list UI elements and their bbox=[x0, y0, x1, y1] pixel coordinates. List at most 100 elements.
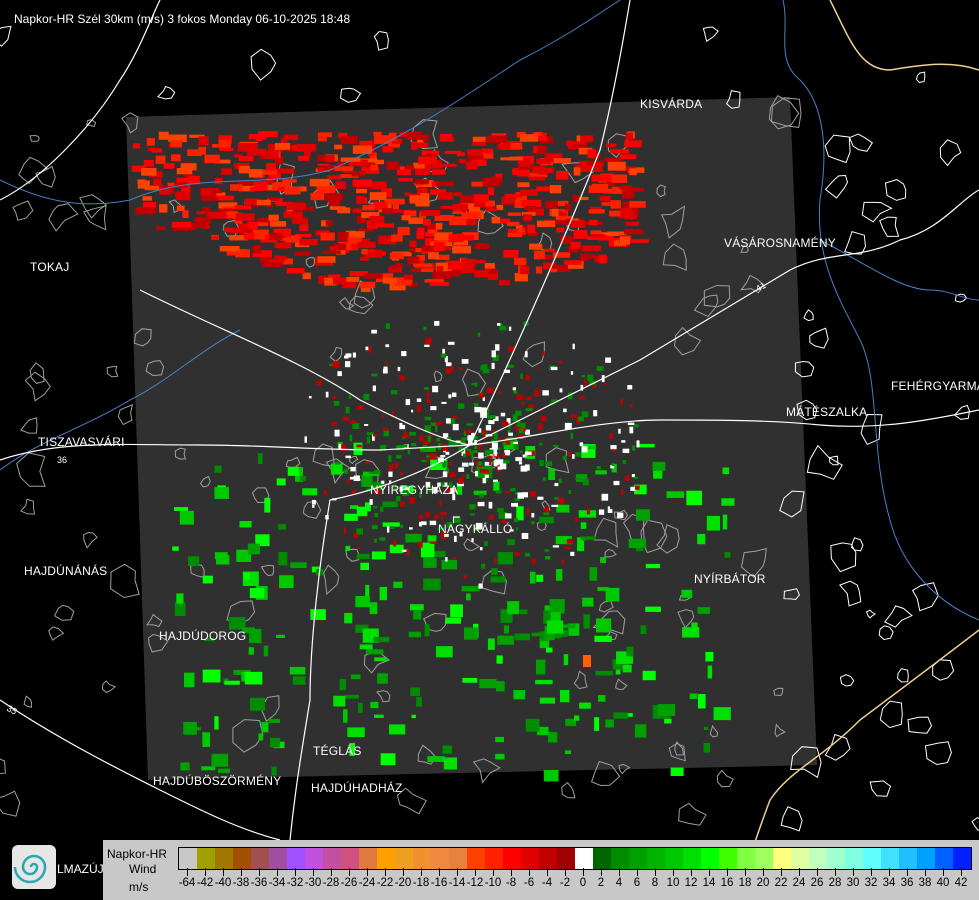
radar-echo bbox=[355, 596, 370, 608]
radar-echo bbox=[441, 516, 444, 520]
legend-tick-label: 0 bbox=[579, 877, 587, 889]
radar-echo bbox=[629, 239, 649, 243]
radar-echo bbox=[597, 586, 609, 591]
radar-echo bbox=[503, 249, 519, 258]
radar-echo bbox=[399, 422, 403, 429]
radar-echo bbox=[496, 204, 504, 211]
radar-echo bbox=[507, 232, 523, 238]
radar-echo bbox=[462, 266, 475, 274]
radar-echo bbox=[445, 418, 452, 424]
radar-echo bbox=[204, 154, 220, 164]
radar-echo bbox=[425, 511, 430, 518]
radar-echo bbox=[491, 362, 495, 370]
radar-echo bbox=[525, 552, 530, 557]
town-outline bbox=[971, 816, 979, 831]
radar-echo bbox=[202, 669, 221, 683]
radar-echo bbox=[369, 499, 373, 505]
radar-echo bbox=[299, 238, 319, 246]
radar-echo bbox=[434, 514, 439, 519]
radar-echo bbox=[521, 199, 542, 208]
radar-echo bbox=[485, 208, 498, 212]
legend-tick-label: -10 bbox=[484, 877, 502, 889]
radar-echo bbox=[689, 693, 698, 699]
legend-tick bbox=[565, 868, 566, 876]
legend-unit: m/s bbox=[129, 880, 149, 894]
radar-echo bbox=[504, 513, 512, 519]
city-label: HAJDÚNÁNÁS bbox=[24, 564, 108, 578]
radar-echo bbox=[458, 367, 462, 370]
radar-echo bbox=[670, 767, 684, 777]
town-outline bbox=[884, 605, 913, 628]
legend-color-box bbox=[503, 848, 521, 869]
radar-echo bbox=[583, 614, 590, 629]
radar-echo bbox=[430, 422, 436, 427]
radar-echo bbox=[369, 192, 387, 201]
radar-echo bbox=[427, 435, 431, 443]
radar-echo bbox=[214, 177, 223, 185]
radar-echo bbox=[374, 469, 381, 475]
radar-echo bbox=[703, 742, 711, 753]
radar-map[interactable]: 41 36 35 bbox=[0, 0, 979, 900]
radar-echo bbox=[437, 163, 457, 167]
radar-echo bbox=[626, 646, 634, 657]
radar-echo bbox=[256, 199, 271, 206]
radar-echo bbox=[514, 257, 527, 265]
radar-echo bbox=[258, 733, 264, 741]
radar-echo bbox=[556, 227, 565, 233]
radar-echo bbox=[175, 191, 191, 201]
radar-echo bbox=[587, 149, 597, 158]
radar-echo bbox=[176, 205, 185, 212]
radar-echo bbox=[462, 474, 465, 478]
radar-echo bbox=[622, 448, 630, 453]
radar-echo bbox=[628, 538, 647, 549]
radar-echo bbox=[697, 607, 711, 614]
radar-echo bbox=[580, 522, 587, 529]
radar-echo bbox=[179, 510, 194, 525]
town-outline bbox=[907, 716, 933, 734]
radar-echo bbox=[513, 390, 518, 394]
radar-echo bbox=[573, 230, 588, 239]
radar-echo bbox=[622, 459, 627, 465]
legend-color-box bbox=[557, 848, 575, 869]
radar-echo bbox=[330, 463, 343, 475]
town-outline bbox=[824, 134, 851, 164]
radar-echo bbox=[570, 432, 574, 440]
radar-echo bbox=[484, 449, 490, 456]
radar-echo bbox=[417, 405, 422, 412]
radar-echo bbox=[325, 193, 343, 201]
legend-color-box bbox=[377, 848, 395, 869]
city-label: MÁTÉSZALKA bbox=[786, 405, 868, 419]
radar-echo bbox=[432, 385, 439, 393]
radar-echo bbox=[495, 736, 505, 743]
legend-color-box bbox=[755, 848, 773, 869]
radar-echo bbox=[524, 451, 532, 456]
town-outline bbox=[373, 30, 389, 51]
radar-echo bbox=[263, 645, 269, 657]
legend-tick bbox=[529, 868, 530, 876]
radar-echo bbox=[484, 474, 489, 478]
radar-echo bbox=[424, 624, 430, 637]
radar-echo bbox=[353, 442, 363, 455]
radar-echo bbox=[442, 447, 448, 451]
radar-echo bbox=[512, 387, 517, 391]
radar-echo bbox=[202, 732, 211, 747]
radar-echo bbox=[542, 477, 547, 481]
radar-echo bbox=[297, 143, 317, 152]
radar-echo bbox=[338, 444, 342, 450]
radar-echo bbox=[564, 203, 572, 211]
radar-echo bbox=[350, 466, 356, 472]
legend-tick-label: -42 bbox=[196, 877, 214, 889]
town-outline bbox=[29, 134, 40, 142]
radar-echo bbox=[334, 461, 340, 465]
radar-echo bbox=[625, 221, 640, 226]
radar-echo bbox=[389, 724, 406, 735]
legend-tick-label: 8 bbox=[651, 877, 659, 889]
radar-echo bbox=[611, 463, 614, 466]
radar-echo bbox=[198, 146, 206, 155]
radar-echo bbox=[312, 504, 315, 508]
radar-echo bbox=[371, 329, 377, 334]
radar-echo bbox=[255, 134, 263, 141]
radar-echo bbox=[356, 195, 365, 205]
radar-echo bbox=[620, 398, 624, 405]
radar-echo bbox=[586, 508, 590, 515]
